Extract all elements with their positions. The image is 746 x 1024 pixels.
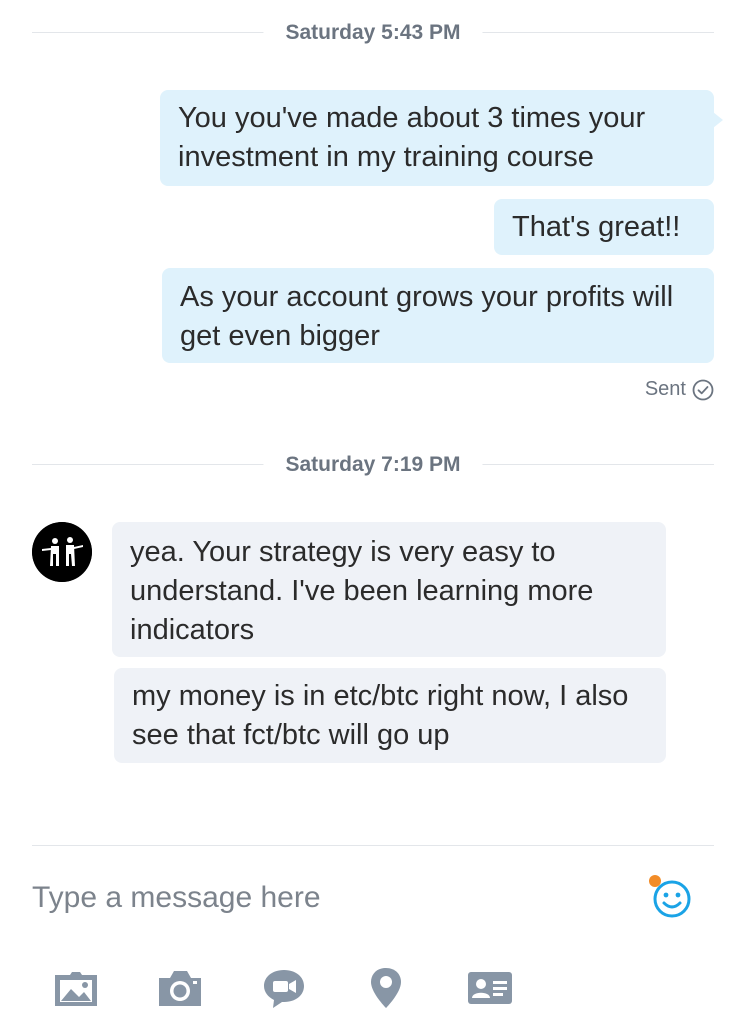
delivery-status: Sent bbox=[645, 378, 714, 401]
status-text: Sent bbox=[644, 378, 686, 400]
outgoing-message[interactable]: You you've made about 3 times your inves… bbox=[160, 90, 723, 186]
video-message-icon[interactable] bbox=[260, 966, 308, 1010]
outgoing-message[interactable]: As your account grows your profits will … bbox=[162, 268, 714, 363]
camera-icon[interactable] bbox=[156, 966, 204, 1010]
message-text: As your account grows your profits will … bbox=[180, 281, 674, 352]
check-circle-icon bbox=[692, 379, 714, 401]
outgoing-message[interactable]: That's great!! bbox=[494, 199, 714, 255]
contact-card-icon[interactable] bbox=[466, 966, 514, 1010]
image-icon[interactable] bbox=[52, 966, 100, 1010]
message-text: my money is in etc/btc right now, I also… bbox=[132, 680, 629, 751]
date-divider: Saturday 5:43 PM bbox=[32, 22, 714, 44]
timestamp-label: Saturday 7:19 PM bbox=[263, 454, 483, 476]
message-text: You you've made about 3 times your inves… bbox=[178, 102, 646, 173]
incoming-message[interactable]: yea. Your strategy is very easy to under… bbox=[112, 522, 666, 657]
incoming-message[interactable]: my money is in etc/btc right now, I also… bbox=[114, 668, 666, 763]
timestamp-label: Saturday 5:43 PM bbox=[263, 22, 483, 44]
avatar-silhouette-icon bbox=[32, 522, 92, 582]
message-input[interactable] bbox=[32, 870, 592, 926]
location-icon[interactable] bbox=[362, 966, 410, 1010]
date-divider: Saturday 7:19 PM bbox=[32, 454, 714, 476]
message-text: That's great!! bbox=[512, 211, 681, 243]
avatar[interactable] bbox=[32, 522, 92, 582]
composer-divider bbox=[32, 845, 714, 846]
bubble-tail bbox=[713, 112, 723, 128]
message-text: yea. Your strategy is very easy to under… bbox=[130, 536, 594, 646]
smiley-icon[interactable] bbox=[648, 873, 696, 921]
